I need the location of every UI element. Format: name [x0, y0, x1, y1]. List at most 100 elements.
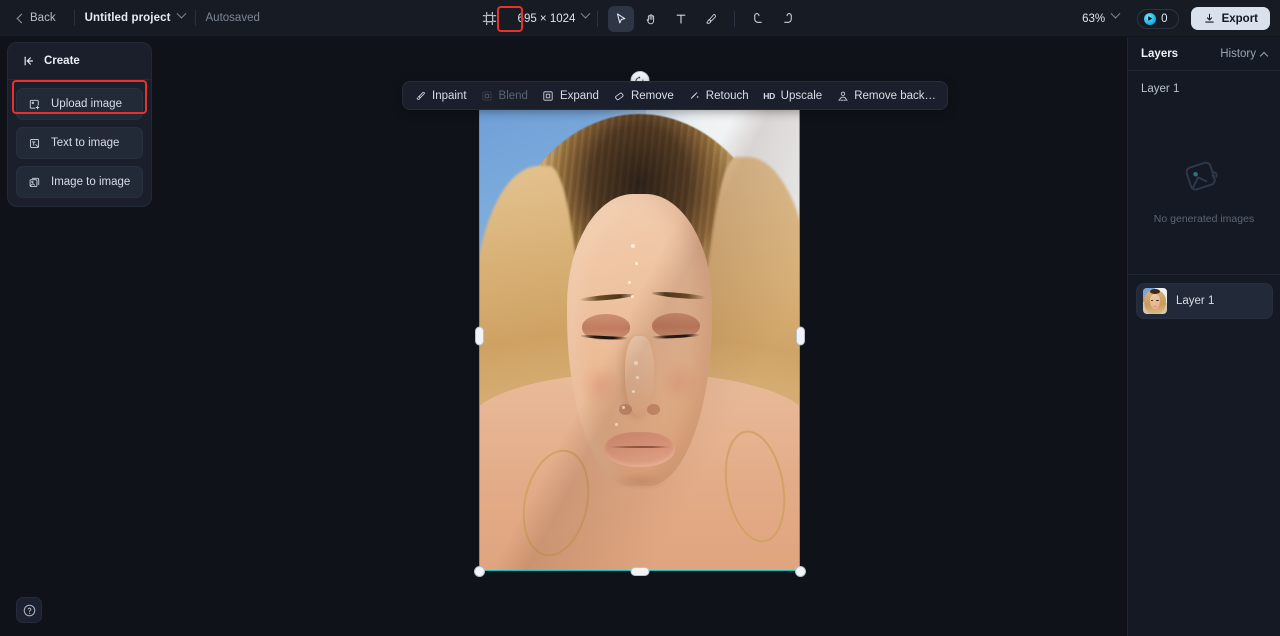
tab-history-label: History — [1220, 48, 1256, 60]
text-to-image-label: Text to image — [51, 137, 120, 149]
image-to-image-icon — [27, 175, 41, 189]
frame-size-icon — [482, 11, 496, 26]
tab-history[interactable]: History — [1220, 48, 1269, 60]
brush-icon — [706, 13, 717, 24]
text-to-image-icon — [27, 136, 41, 150]
action-label: Expand — [559, 89, 599, 102]
text-tool[interactable] — [668, 6, 694, 32]
upload-image-label: Upload image — [51, 98, 122, 110]
action-label: Upscale — [780, 89, 823, 102]
resize-handle-middle-left[interactable] — [474, 326, 484, 345]
divider — [194, 10, 196, 26]
action-label: Retouch — [705, 89, 749, 102]
cursor-arrow-icon — [617, 12, 626, 23]
action-upscale[interactable]: HD Upscale — [756, 85, 830, 106]
divider — [73, 10, 75, 26]
action-blend: Blend — [474, 85, 535, 106]
image-action-toolbar: Inpaint Blend Expand Remove Retouch HD U… — [402, 81, 949, 110]
divider — [597, 10, 599, 27]
help-circle-icon — [23, 604, 35, 616]
hand-tool[interactable] — [638, 6, 664, 32]
project-name-dropdown[interactable]: Untitled project — [84, 8, 186, 24]
action-expand[interactable]: Expand — [535, 85, 606, 106]
blend-icon — [481, 89, 494, 102]
layers-panel-header: Layers History — [1128, 37, 1280, 71]
selected-image-frame[interactable] — [473, 71, 806, 577]
empty-images-icon — [1185, 161, 1218, 191]
back-label: Back — [30, 12, 56, 24]
retouch-icon — [688, 89, 701, 102]
export-button[interactable]: Export — [1190, 7, 1270, 30]
create-panel-title: Create — [44, 55, 80, 67]
generated-images-empty-state: No generated images — [1128, 157, 1280, 225]
action-label: Inpaint — [432, 89, 467, 102]
layer-section-label: Layer 1 — [1141, 83, 1180, 95]
layers-panel: Layers History Layer 1 No generated imag… — [1127, 37, 1280, 636]
canvas-area[interactable]: Inpaint Blend Expand Remove Retouch HD U… — [0, 37, 1127, 636]
resize-handle-bottom-left[interactable] — [473, 565, 485, 577]
layer-name: Layer 1 — [1176, 295, 1215, 307]
inpaint-icon — [414, 89, 427, 102]
chevron-down-icon[interactable] — [580, 8, 591, 19]
credit-coin-icon — [1144, 12, 1157, 25]
hand-icon — [647, 13, 655, 24]
resize-handle-middle-right[interactable] — [795, 326, 805, 345]
divider — [1128, 274, 1280, 275]
export-label: Export — [1221, 12, 1258, 25]
app-root: Back Untitled project Autosaved 695 × 10… — [0, 0, 1280, 636]
autosave-status: Autosaved — [205, 12, 260, 24]
create-panel: Create Upload image Text to image Image … — [7, 42, 152, 207]
zoom-level-dropdown[interactable]: 63% — [1082, 8, 1121, 25]
text-t-icon — [677, 14, 686, 24]
frame-dimensions[interactable]: 695 × 1024 — [518, 13, 576, 25]
undo-button[interactable] — [745, 6, 771, 32]
chevron-up-icon — [1259, 51, 1269, 60]
resize-handle-bottom-right[interactable] — [794, 565, 806, 577]
divider — [734, 10, 736, 27]
upload-image-button[interactable]: Upload image — [16, 88, 143, 120]
hd-icon: HD — [763, 90, 775, 101]
action-remove[interactable]: Remove — [606, 85, 681, 106]
text-to-image-button[interactable]: Text to image — [16, 127, 143, 159]
chevron-down-icon — [176, 8, 186, 19]
selection-border — [479, 100, 800, 571]
image-to-image-button[interactable]: Image to image — [16, 166, 143, 198]
action-label: Blend — [498, 89, 528, 102]
undo-arrow-icon — [754, 12, 763, 23]
redo-arrow-icon — [784, 12, 793, 23]
action-remove-background[interactable]: Remove back… — [829, 85, 943, 106]
chevron-down-icon — [1110, 8, 1121, 19]
action-label: Remove back… — [854, 89, 937, 102]
download-icon — [1204, 13, 1214, 23]
action-inpaint[interactable]: Inpaint — [407, 85, 474, 106]
layer-list-item[interactable]: Layer 1 — [1136, 283, 1273, 319]
remove-eraser-icon — [613, 89, 626, 102]
project-name: Untitled project — [84, 12, 171, 24]
credits-badge[interactable]: 0 — [1137, 8, 1179, 29]
empty-state-message: No generated images — [1153, 213, 1255, 225]
create-panel-header[interactable]: Create — [8, 43, 151, 80]
image-to-image-label: Image to image — [51, 176, 131, 188]
frame-size-button[interactable] — [477, 6, 502, 31]
action-retouch[interactable]: Retouch — [681, 85, 756, 106]
brush-tool[interactable] — [698, 6, 724, 32]
chevron-left-icon — [16, 13, 27, 23]
top-bar-right: 63% 0 Export — [1082, 0, 1270, 37]
create-options-list: Upload image Text to image Image to imag… — [8, 80, 151, 198]
top-bar-left: Back Untitled project Autosaved — [0, 0, 260, 36]
select-tool[interactable] — [608, 5, 635, 32]
top-bar: Back Untitled project Autosaved 695 × 10… — [0, 0, 1280, 37]
collapse-panel-icon — [24, 56, 34, 66]
layer-thumbnail — [1143, 288, 1167, 314]
redo-button[interactable] — [775, 6, 801, 32]
credits-count: 0 — [1161, 12, 1168, 25]
upload-image-icon — [27, 97, 41, 111]
tab-layers[interactable]: Layers — [1141, 48, 1178, 60]
resize-handle-bottom-center[interactable] — [630, 566, 649, 576]
remove-background-icon — [836, 89, 849, 102]
help-button[interactable] — [16, 597, 42, 623]
expand-icon — [542, 89, 555, 102]
back-button[interactable]: Back — [10, 8, 64, 28]
zoom-level-value: 63% — [1082, 12, 1106, 25]
action-label: Remove — [630, 89, 674, 102]
